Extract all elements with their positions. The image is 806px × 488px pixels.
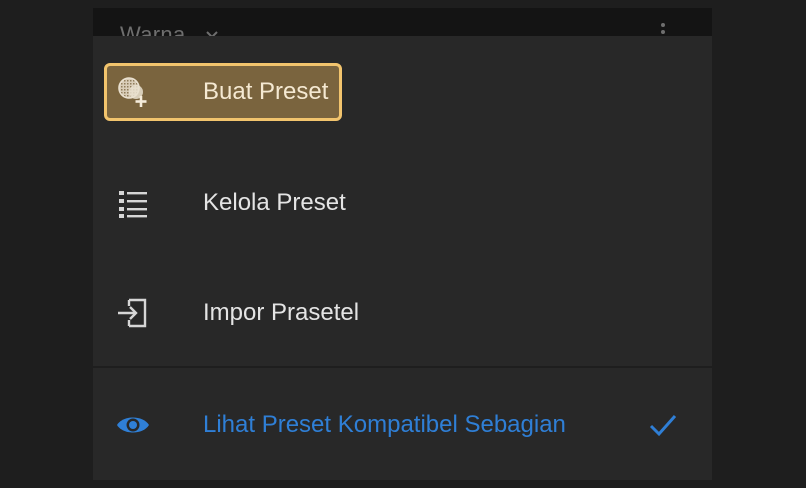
checkmark-icon [649,415,677,437]
eye-icon [117,417,149,433]
menu-item-view-partially-compatible[interactable]: Lihat Preset Kompatibel Sebagian [93,370,712,480]
list-icon [119,191,147,218]
menu-item-label: Impor Prasetel [203,299,360,326]
menu-item-create-preset[interactable]: Buat Preset [93,37,712,147]
preset-add-icon [118,77,147,107]
menu-item-label: Kelola Preset [203,189,346,216]
menu-item-label: Lihat Preset Kompatibel Sebagian [203,411,566,438]
import-icon [118,298,147,328]
menu-item-manage-preset[interactable]: Kelola Preset [93,148,712,258]
menu-item-label: Buat Preset [203,78,329,105]
screen: Warna Buat Preset Kelola Preset Impor Pr… [0,0,806,488]
menu-item-import-preset[interactable]: Impor Prasetel [93,258,712,368]
preset-menu: Buat Preset Kelola Preset Impor Prasetel… [93,36,712,480]
menu-divider [93,366,712,368]
